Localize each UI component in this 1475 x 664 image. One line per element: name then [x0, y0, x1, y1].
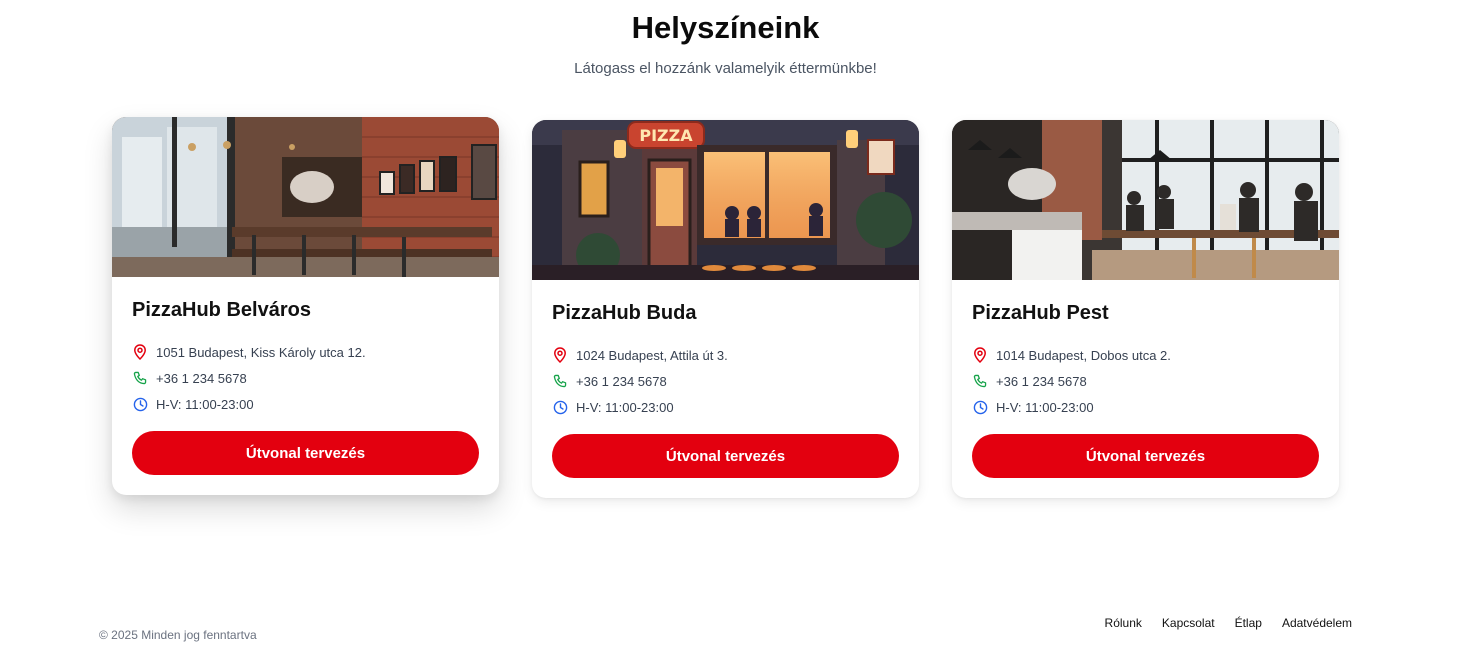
hours-row: H-V: 11:00-23:00 — [132, 391, 479, 417]
map-pin-icon — [132, 344, 148, 360]
restaurant-photo — [952, 120, 1339, 280]
footer-link-about[interactable]: Rólunk — [1105, 616, 1142, 630]
location-card-buda: PIZZA PizzaHub Buda 1024 Budapest, Attil… — [532, 120, 919, 498]
page-title: Helyszíneink — [631, 10, 820, 45]
phone-icon — [972, 373, 988, 389]
phone-text: +36 1 234 5678 — [576, 373, 667, 389]
clock-icon — [972, 399, 988, 415]
footer-nav: Rólunk Kapcsolat Étlap Adatvédelem — [1105, 616, 1352, 630]
location-name: PizzaHub Pest — [972, 302, 1109, 324]
address-row: 1024 Budapest, Attila út 3. — [552, 342, 899, 368]
location-card-pest: PizzaHub Pest 1014 Budapest, Dobos utca … — [952, 120, 1339, 498]
phone-text: +36 1 234 5678 — [996, 373, 1087, 389]
phone-row: +36 1 234 5678 — [972, 368, 1319, 394]
footer-link-menu[interactable]: Étlap — [1235, 616, 1262, 630]
route-planning-button[interactable]: Útvonal tervezés — [552, 434, 899, 478]
map-pin-icon — [552, 347, 568, 363]
locations-page: Helyszíneink Látogass el hozzánk valamel… — [0, 0, 1475, 664]
route-planning-button[interactable]: Útvonal tervezés — [972, 434, 1319, 478]
address-text: 1024 Budapest, Attila út 3. — [576, 347, 728, 363]
hours-row: H-V: 11:00-23:00 — [552, 394, 899, 420]
hours-text: H-V: 11:00-23:00 — [156, 396, 254, 412]
phone-icon — [552, 373, 568, 389]
location-name: PizzaHub Buda — [552, 302, 697, 324]
footer-link-privacy[interactable]: Adatvédelem — [1282, 616, 1352, 630]
location-name: PizzaHub Belváros — [132, 299, 311, 321]
address-row: 1014 Budapest, Dobos utca 2. — [972, 342, 1319, 368]
address-text: 1051 Budapest, Kiss Károly utca 12. — [156, 344, 366, 360]
clock-icon — [132, 396, 148, 412]
footer-copyright: © 2025 Minden jog fenntartva — [99, 628, 257, 642]
hours-text: H-V: 11:00-23:00 — [996, 399, 1094, 415]
footer-link-contact[interactable]: Kapcsolat — [1162, 616, 1215, 630]
phone-icon — [132, 370, 148, 386]
address-row: 1051 Budapest, Kiss Károly utca 12. — [132, 339, 479, 365]
phone-text: +36 1 234 5678 — [156, 370, 247, 386]
clock-icon — [552, 399, 568, 415]
pizza-sign: PIZZA — [639, 126, 693, 145]
location-card-belvaros: PizzaHub Belváros 1051 Budapest, Kiss Ká… — [112, 117, 499, 495]
address-text: 1014 Budapest, Dobos utca 2. — [996, 347, 1171, 363]
page-subtitle: Látogass el hozzánk valamelyik éttermünk… — [574, 60, 877, 77]
hours-row: H-V: 11:00-23:00 — [972, 394, 1319, 420]
restaurant-photo — [112, 117, 499, 277]
route-planning-button[interactable]: Útvonal tervezés — [132, 431, 479, 475]
phone-row: +36 1 234 5678 — [552, 368, 899, 394]
phone-row: +36 1 234 5678 — [132, 365, 479, 391]
restaurant-illustration: PIZZA — [532, 120, 919, 280]
map-pin-icon — [972, 347, 988, 363]
hours-text: H-V: 11:00-23:00 — [576, 399, 674, 415]
